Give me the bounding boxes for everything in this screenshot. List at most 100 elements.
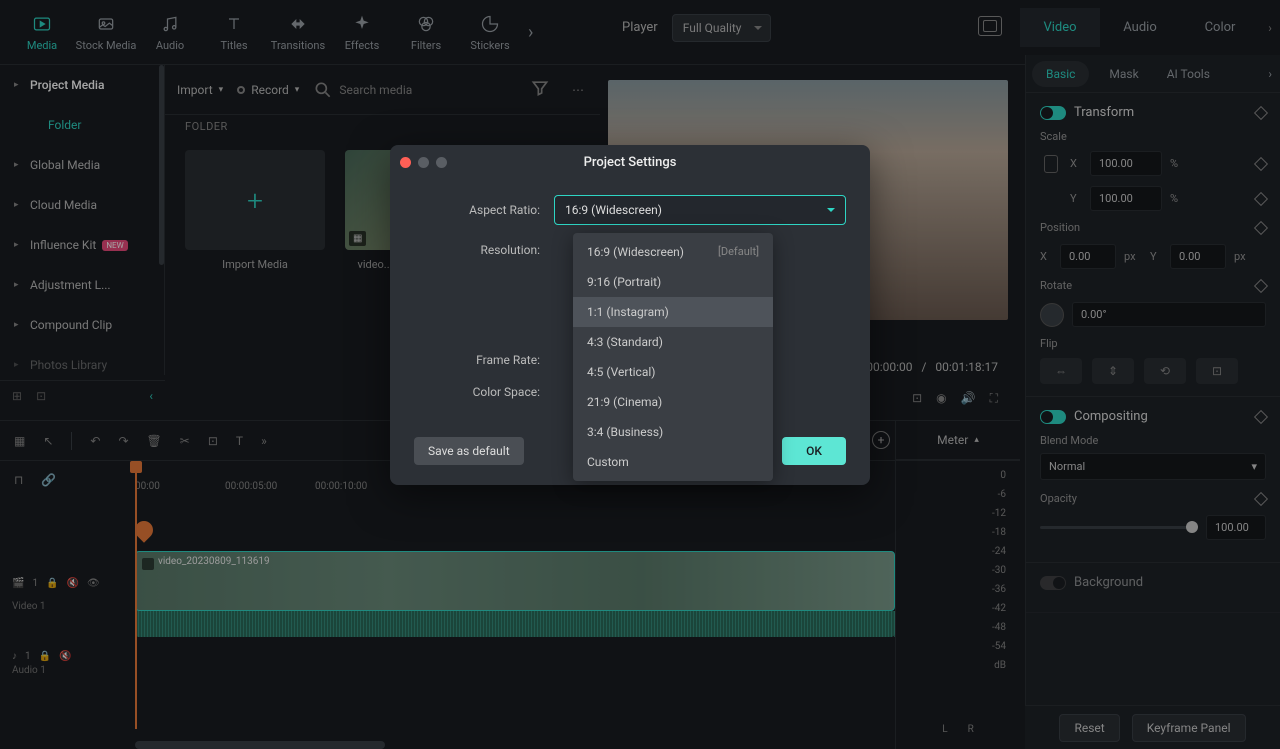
keyframe-icon[interactable] (1254, 156, 1268, 170)
sidebar-item-photos-library[interactable]: Photos Library (0, 345, 164, 385)
sidebar-item-project-media[interactable]: Project Media (0, 65, 164, 105)
flip-horizontal-button[interactable]: ⇔ (1040, 358, 1082, 384)
volume-icon[interactable]: 🔊 (961, 391, 976, 406)
pos-x-input[interactable] (1060, 244, 1116, 269)
timeline-video-clip[interactable]: video_20230809_113619 (135, 551, 895, 611)
dropdown-option-1-1[interactable]: 1:1 (Instagram) (573, 297, 773, 327)
keyframe-icon[interactable] (1254, 278, 1268, 292)
sidebar-item-influence-kit[interactable]: Influence KitNEW (0, 225, 164, 265)
sidebar-item-folder[interactable]: Folder (0, 105, 164, 145)
timeline-audio-clip[interactable] (135, 611, 895, 637)
visibility-icon[interactable]: 👁 (87, 578, 100, 589)
props-tab-audio[interactable]: Audio (1100, 8, 1180, 47)
rotate-input[interactable] (1072, 302, 1266, 327)
keyframe-icon[interactable] (1254, 105, 1268, 119)
dropdown-option-3-4[interactable]: 3:4 (Business) (573, 417, 773, 447)
dropdown-option-21-9[interactable]: 21:9 (Cinema) (573, 387, 773, 417)
sidebar-item-adjustment-layer[interactable]: Adjustment L... (0, 265, 164, 305)
collapse-sidebar-icon[interactable]: ‹ (149, 389, 153, 403)
dropdown-option-4-5[interactable]: 4:5 (Vertical) (573, 357, 773, 387)
transform-toggle[interactable] (1040, 106, 1066, 120)
crop-icon[interactable]: ⊡ (208, 434, 218, 448)
add-meter-icon[interactable]: + (872, 431, 890, 449)
fullscreen-icon[interactable]: ⛶ (990, 391, 998, 406)
tab-stock-media[interactable]: Stock Media (74, 5, 138, 60)
mute-icon[interactable]: 🔇 (67, 578, 79, 589)
toolbar-scroll-right-icon[interactable]: › (522, 22, 539, 43)
props-scroll-right-icon[interactable]: › (1260, 21, 1280, 35)
tab-stickers[interactable]: Stickers (458, 5, 522, 60)
blend-mode-select[interactable]: Normal▾ (1040, 453, 1266, 480)
tab-media[interactable]: Media (10, 5, 74, 60)
reset-button[interactable]: Reset (1059, 714, 1119, 742)
tab-transitions[interactable]: Transitions (266, 5, 330, 60)
compositing-toggle[interactable] (1040, 410, 1066, 424)
subtab-basic[interactable]: Basic (1032, 61, 1089, 87)
ok-button[interactable]: OK (782, 437, 846, 465)
sidebar-item-global-media[interactable]: Global Media (0, 145, 164, 185)
save-default-button[interactable]: Save as default (414, 437, 524, 465)
sidebar-item-compound-clip[interactable]: Compound Clip (0, 305, 164, 345)
timeline-scrollbar[interactable] (135, 741, 385, 749)
new-folder-icon[interactable]: ⊞ (12, 389, 22, 403)
maximize-window-icon[interactable] (436, 157, 447, 168)
keyframe-icon[interactable] (1254, 491, 1268, 505)
text-icon[interactable]: T (236, 434, 243, 448)
import-button[interactable]: Import▾ (177, 83, 223, 97)
close-window-icon[interactable] (400, 157, 411, 168)
tab-audio[interactable]: Audio (138, 5, 202, 60)
keyframe-icon[interactable] (1254, 409, 1268, 423)
sidebar-scrollbar[interactable] (159, 65, 164, 265)
flip-vertical-button[interactable]: ⇕ (1092, 358, 1134, 384)
playhead[interactable] (135, 469, 137, 729)
flip-reset-button[interactable]: ⊡ (1196, 358, 1238, 384)
opacity-input[interactable] (1206, 515, 1266, 540)
display-icon[interactable]: ⊡ (912, 391, 922, 406)
cut-icon[interactable]: ✂ (180, 434, 190, 448)
import-media-tile[interactable]: + Import Media (185, 150, 325, 271)
undo-icon[interactable]: ↶ (90, 434, 100, 448)
quality-select[interactable]: Full Quality (672, 14, 771, 42)
keyframe-icon[interactable] (1254, 191, 1268, 205)
mute-icon[interactable]: 🔇 (59, 651, 71, 662)
dropdown-option-9-16[interactable]: 9:16 (Portrait) (573, 267, 773, 297)
keyframe-icon[interactable] (1254, 220, 1268, 234)
opacity-slider[interactable] (1040, 526, 1198, 529)
search-input[interactable]: Search media (313, 80, 512, 100)
pointer-icon[interactable]: ↖ (43, 434, 53, 448)
tab-titles[interactable]: Titles (202, 5, 266, 60)
link-icon[interactable] (1044, 155, 1058, 173)
filter-icon[interactable] (526, 74, 554, 105)
rotate-knob[interactable] (1040, 303, 1064, 327)
lock-icon[interactable]: 🔒 (39, 651, 51, 662)
delete-icon[interactable]: 🗑 (147, 434, 162, 448)
redo-icon[interactable]: ↷ (118, 434, 128, 448)
tab-effects[interactable]: Effects (330, 5, 394, 60)
props-tab-video[interactable]: Video (1020, 8, 1100, 47)
subtab-mask[interactable]: Mask (1095, 55, 1152, 92)
subtab-scroll-right-icon[interactable]: › (1260, 67, 1280, 81)
flip-both-button[interactable]: ⟲ (1144, 358, 1186, 384)
props-tab-color[interactable]: Color (1180, 8, 1260, 47)
camera-icon[interactable]: ◉ (936, 391, 946, 406)
dropdown-option-4-3[interactable]: 4:3 (Standard) (573, 327, 773, 357)
scale-y-input[interactable] (1090, 186, 1162, 211)
tab-filters[interactable]: Filters (394, 5, 458, 60)
snapshot-icon[interactable] (978, 16, 1002, 36)
dropdown-option-16-9[interactable]: 16:9 (Widescreen)[Default] (573, 237, 773, 267)
background-toggle[interactable] (1040, 576, 1066, 590)
link-icon[interactable]: 🔗 (41, 473, 56, 487)
minimize-window-icon[interactable] (418, 157, 429, 168)
new-bin-icon[interactable]: ⊡ (36, 389, 46, 403)
grid-icon[interactable]: ▦ (14, 434, 25, 448)
sidebar-item-cloud-media[interactable]: Cloud Media (0, 185, 164, 225)
more-icon[interactable]: ⋯ (568, 79, 588, 101)
scale-x-input[interactable] (1090, 151, 1162, 176)
record-button[interactable]: Record▾ (237, 83, 299, 97)
aspect-ratio-select[interactable]: 16:9 (Widescreen) (554, 195, 846, 225)
dropdown-option-custom[interactable]: Custom (573, 447, 773, 477)
pos-y-input[interactable] (1170, 244, 1226, 269)
magnet-icon[interactable]: ⊓ (14, 473, 23, 487)
keyframe-panel-button[interactable]: Keyframe Panel (1132, 714, 1246, 742)
more-icon[interactable]: » (261, 434, 267, 448)
